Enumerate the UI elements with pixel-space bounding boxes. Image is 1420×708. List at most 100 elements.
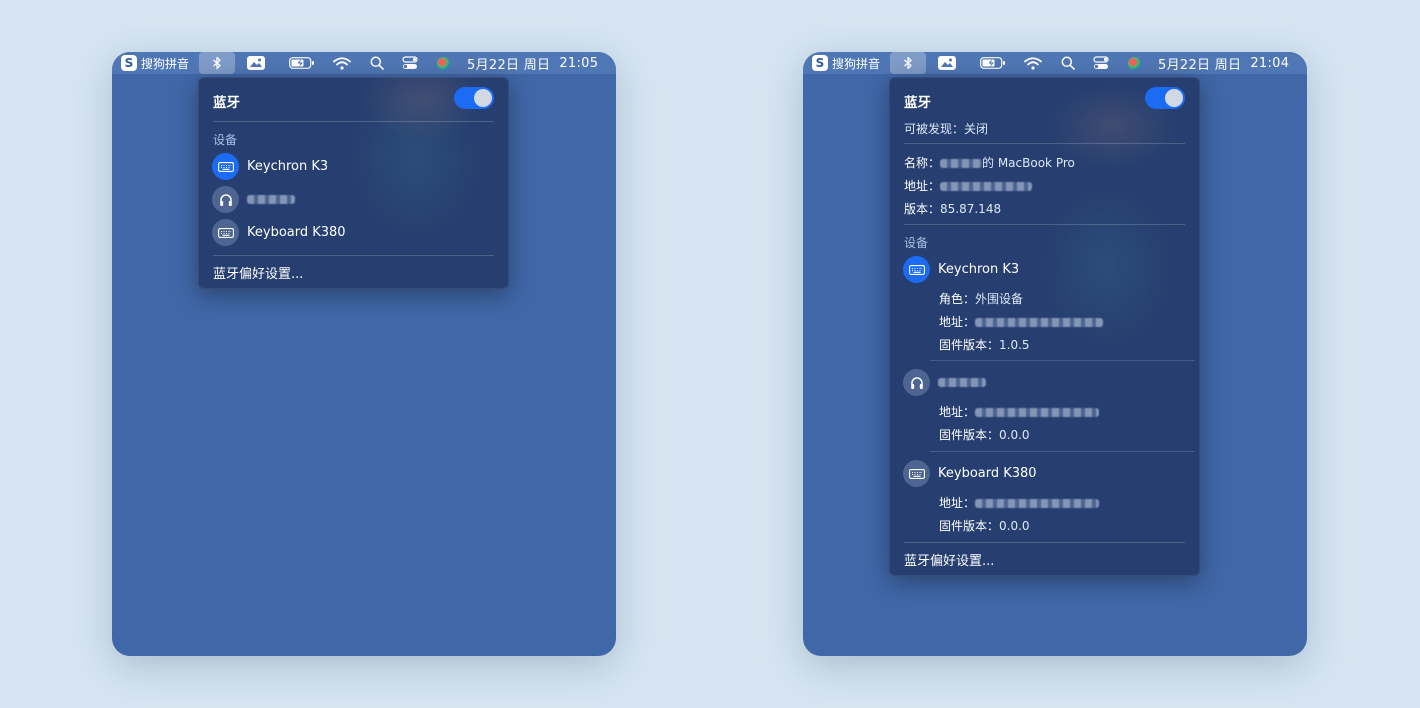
battery-charging-icon <box>980 57 1005 69</box>
device-address-row: 地址： <box>939 494 1100 511</box>
spotlight-button[interactable] <box>368 52 386 74</box>
spotlight-button[interactable] <box>1059 52 1077 74</box>
device-name: Keyboard K380 <box>938 466 1037 481</box>
time-label: 21:04 <box>1250 55 1290 71</box>
desktop-right: S 搜狗拼音 5月22日 周日 21:04 蓝牙 可被发现：关闭 名称： 的 M… <box>803 52 1307 656</box>
bluetooth-toggle[interactable] <box>454 87 494 109</box>
address-label: 地址： <box>939 315 976 329</box>
device-row-headphones[interactable] <box>212 186 295 213</box>
control-center-icon <box>402 56 418 69</box>
device-address-row: 地址： <box>939 403 1100 420</box>
input-method-menu[interactable]: S 搜狗拼音 <box>812 52 880 74</box>
wifi-menu-button[interactable] <box>331 52 353 74</box>
wifi-icon <box>1024 56 1042 70</box>
sogou-logo-icon: S <box>812 55 828 71</box>
keyboard-icon <box>212 219 239 246</box>
bluetooth-popup: 蓝牙 设备 Keychron K3 Keyboard K380 蓝牙偏好设置..… <box>198 77 509 289</box>
separator <box>213 121 494 122</box>
desktop-left: S 搜狗拼音 5月22日 周日 21:05 蓝牙 设备 Keychron K3 … <box>112 52 616 656</box>
device-row-k380[interactable]: Keyboard K380 <box>903 460 1037 487</box>
device-firmware-row: 固件版本：0.0.0 <box>939 426 1030 443</box>
wifi-menu-button[interactable] <box>1022 52 1044 74</box>
devices-section-label: 设备 <box>904 236 929 250</box>
bluetooth-toggle[interactable] <box>1145 87 1185 109</box>
battery-charging-icon <box>289 57 314 69</box>
input-method-label: 搜狗拼音 <box>141 56 190 71</box>
address-label: 地址： <box>904 179 941 193</box>
menu-bar: S 搜狗拼音 5月22日 周日 21:05 <box>112 52 616 74</box>
menu-clock[interactable]: 5月22日 周日 21:04 <box>1158 52 1289 74</box>
devices-section-label: 设备 <box>213 133 238 147</box>
keyboard-icon <box>903 460 930 487</box>
separator <box>930 451 1195 452</box>
role-value: 外围设备 <box>975 292 1024 306</box>
firmware-label: 固件版本： <box>939 428 1000 442</box>
name-label: 名称： <box>904 156 941 170</box>
version-label: 版本： <box>904 202 941 216</box>
siri-button[interactable] <box>1126 52 1142 74</box>
blurred-address <box>975 408 1100 417</box>
blurred-address <box>975 499 1100 508</box>
separator <box>904 542 1185 543</box>
keyboard-icon <box>903 256 930 283</box>
computer-address-row: 地址： <box>904 177 1033 194</box>
device-row-keychron[interactable]: Keychron K3 <box>212 153 328 180</box>
address-label: 地址： <box>939 405 976 419</box>
device-name: Keyboard K380 <box>247 225 346 240</box>
wifi-icon <box>333 56 351 70</box>
time-label: 21:05 <box>559 55 599 71</box>
bluetooth-preferences-link[interactable]: 蓝牙偏好设置... <box>904 550 994 569</box>
image-icon <box>250 58 262 67</box>
firmware-value: 1.0.5 <box>999 338 1030 352</box>
bluetooth-preferences-link[interactable]: 蓝牙偏好设置... <box>213 263 303 282</box>
siri-button[interactable] <box>435 52 451 74</box>
version-value: 85.87.148 <box>940 202 1002 216</box>
bluetooth-menu-button[interactable] <box>199 52 235 74</box>
discoverable-status: 可被发现：关闭 <box>904 122 989 136</box>
blurred-device-name <box>938 378 986 387</box>
photo-menu-button[interactable] <box>936 52 958 74</box>
bluetooth-icon <box>213 56 221 70</box>
battery-menu-button[interactable] <box>288 52 316 74</box>
device-row-keychron[interactable]: Keychron K3 <box>903 256 1019 283</box>
popup-title: 蓝牙 <box>904 95 931 111</box>
headphones-icon <box>903 369 930 396</box>
control-center-button[interactable] <box>1092 52 1110 74</box>
battery-menu-button[interactable] <box>979 52 1007 74</box>
blurred-user-name <box>940 159 983 168</box>
bluetooth-popup-expanded: 蓝牙 可被发现：关闭 名称： 的 MacBook Pro 地址： 版本：85.87… <box>889 77 1200 576</box>
device-row-k380[interactable]: Keyboard K380 <box>212 219 346 246</box>
device-address-row: 地址： <box>939 313 1104 330</box>
address-label: 地址： <box>939 496 976 510</box>
device-firmware-row: 固件版本：0.0.0 <box>939 517 1030 534</box>
separator <box>904 143 1185 144</box>
date-label: 5月22日 周日 <box>1158 57 1242 73</box>
control-center-button[interactable] <box>401 52 419 74</box>
device-name: Keychron K3 <box>938 262 1020 277</box>
sogou-logo-icon: S <box>121 55 137 71</box>
device-role-row: 角色：外围设备 <box>939 290 1023 307</box>
menu-bar: S 搜狗拼音 5月22日 周日 21:04 <box>803 52 1307 74</box>
device-row-headphones[interactable] <box>903 369 986 396</box>
bluetooth-menu-button[interactable] <box>890 52 926 74</box>
separator <box>904 224 1185 225</box>
firmware-label: 固件版本： <box>939 519 1000 533</box>
separator <box>930 360 1195 361</box>
blurred-device-name <box>247 195 295 204</box>
photo-menu-button[interactable] <box>245 52 267 74</box>
headphones-icon <box>212 186 239 213</box>
separator <box>213 255 494 256</box>
search-icon <box>1061 56 1075 70</box>
device-firmware-row: 固件版本：1.0.5 <box>939 336 1030 353</box>
bluetooth-icon <box>904 56 912 70</box>
popup-title: 蓝牙 <box>213 95 240 111</box>
menu-clock[interactable]: 5月22日 周日 21:05 <box>467 52 598 74</box>
device-name: Keychron K3 <box>247 159 329 174</box>
input-method-label: 搜狗拼音 <box>832 56 881 71</box>
image-icon <box>941 58 953 67</box>
input-method-menu[interactable]: S 搜狗拼音 <box>121 52 189 74</box>
control-center-icon <box>1093 56 1109 69</box>
name-suffix: 的 MacBook Pro <box>982 156 1075 170</box>
computer-name-row: 名称： 的 MacBook Pro <box>904 154 1075 171</box>
blurred-address <box>975 318 1104 327</box>
